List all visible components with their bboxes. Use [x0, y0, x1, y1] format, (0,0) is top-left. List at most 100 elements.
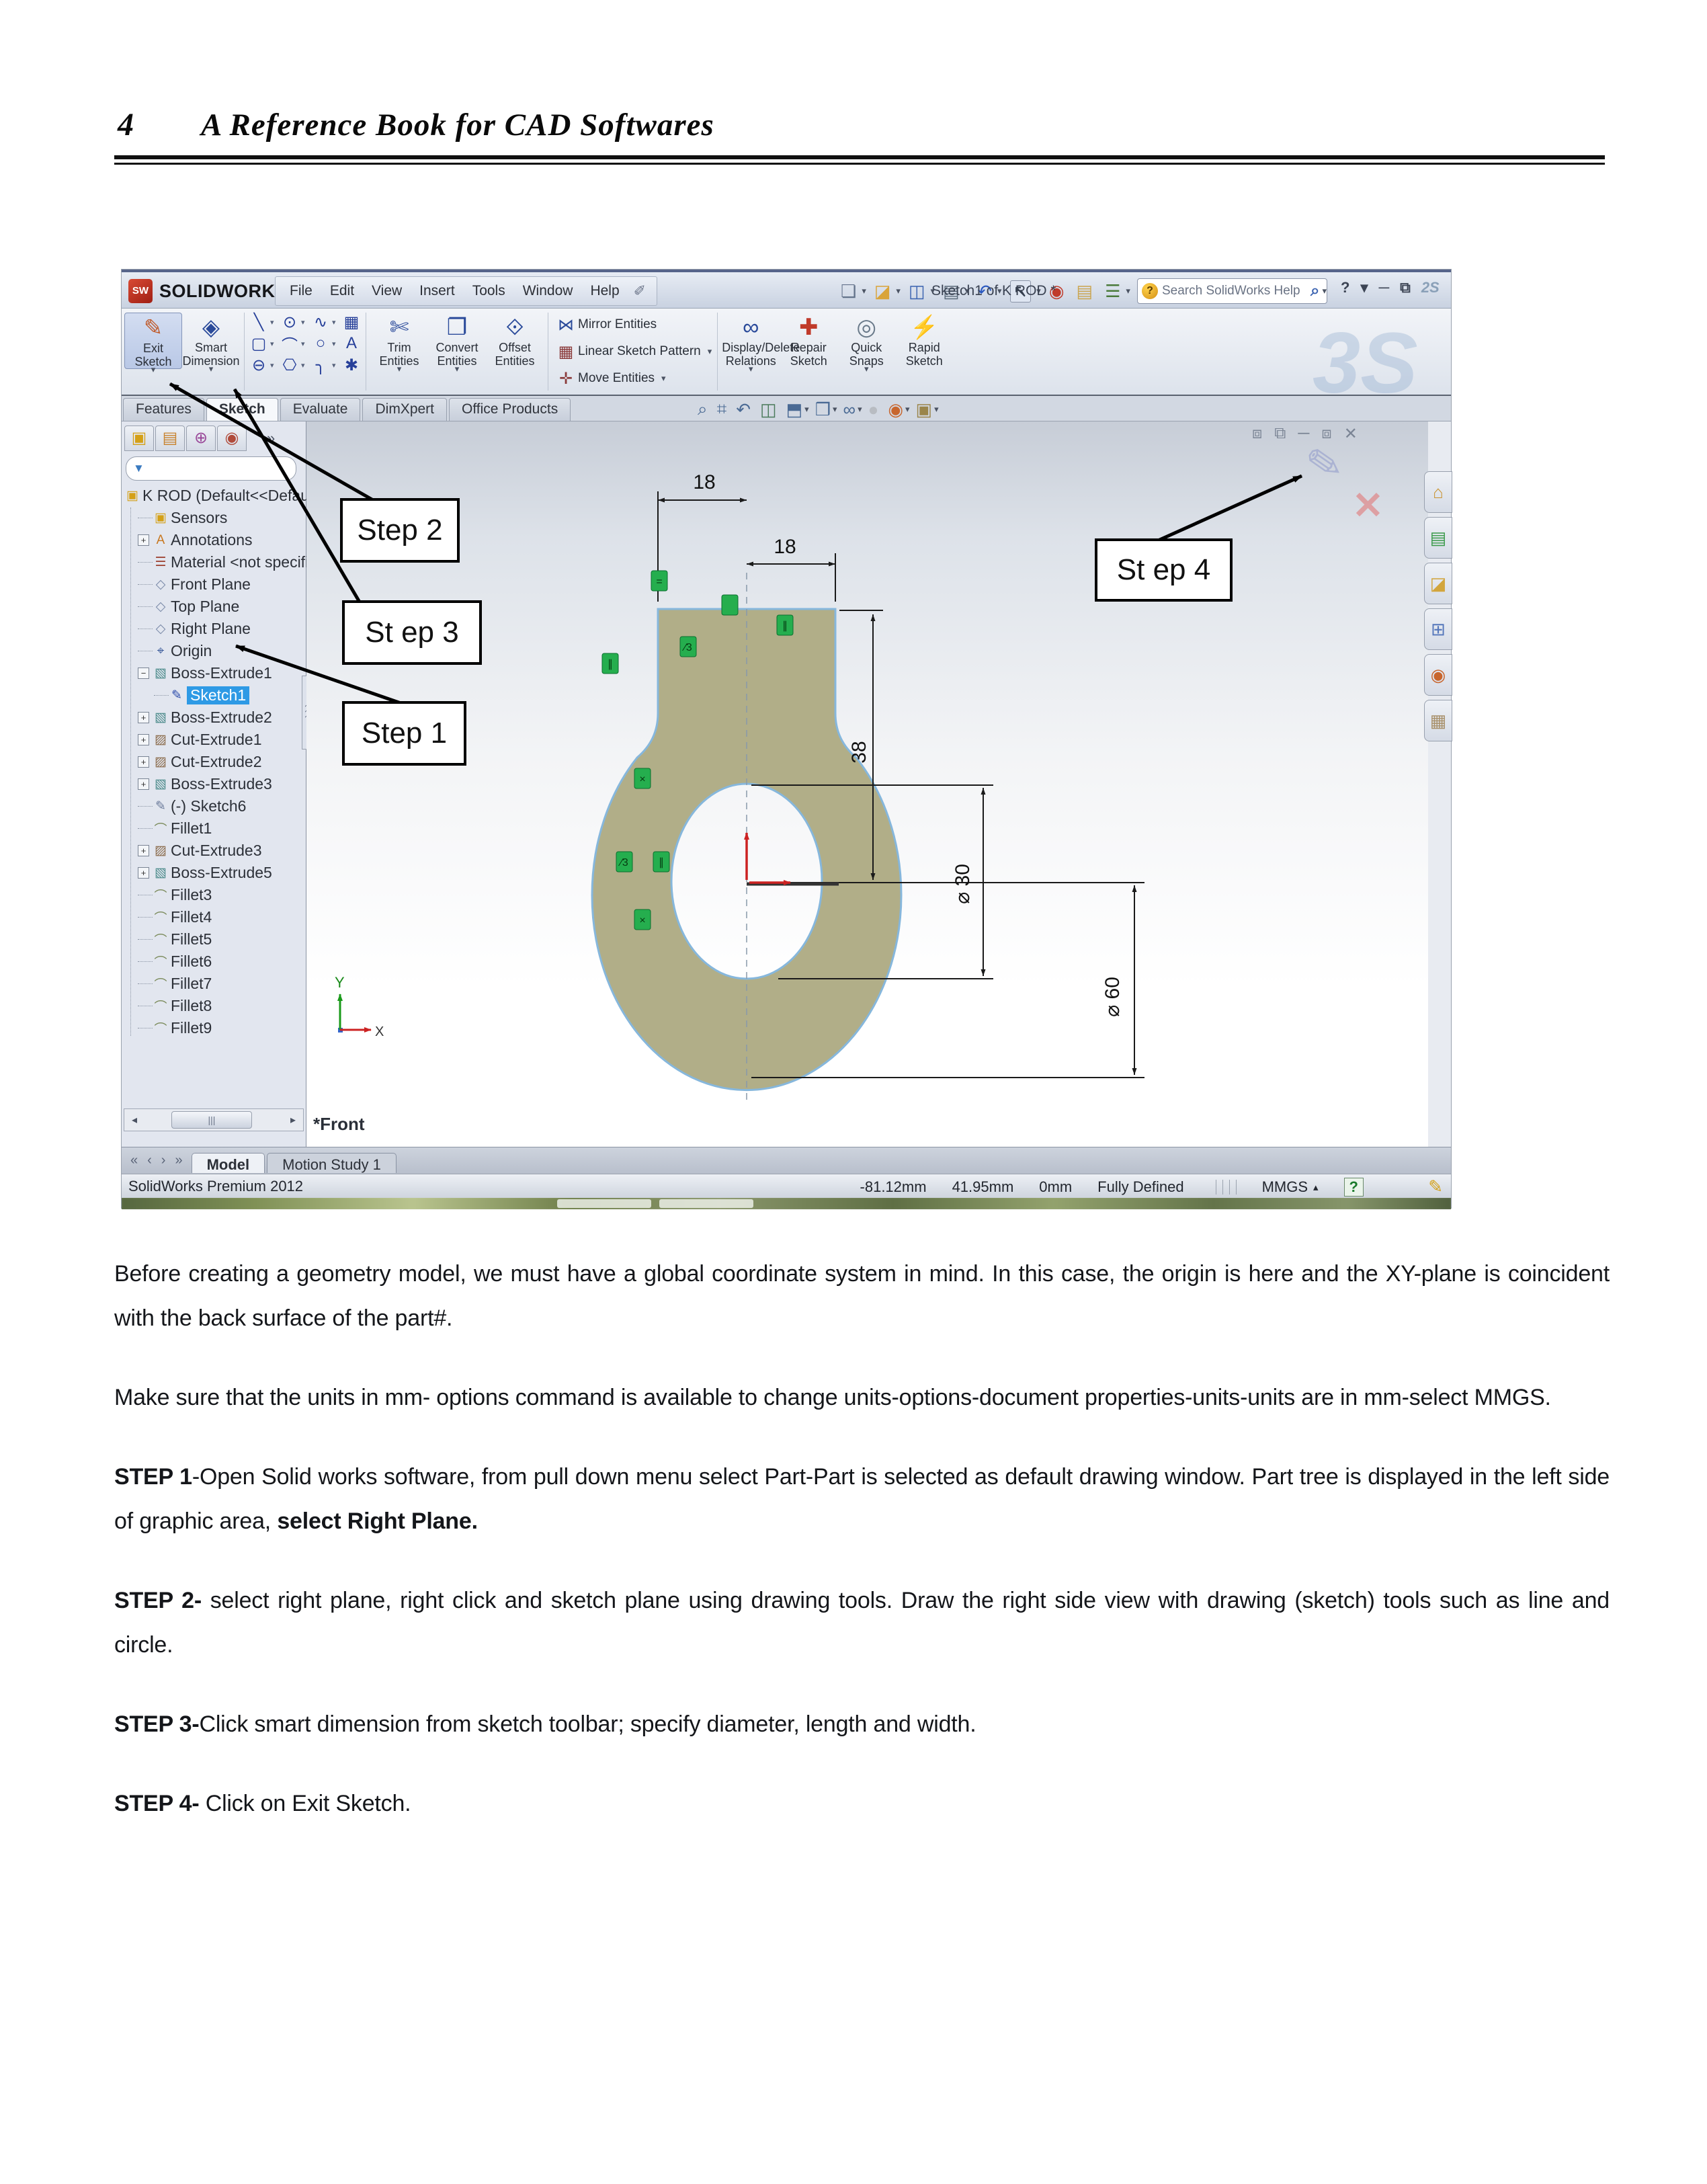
exit-sketch-button[interactable]: ✎Exit Sketch▾	[124, 313, 182, 369]
confirmation-cancel-icon[interactable]: ✕	[1352, 483, 1384, 528]
scroll-left-icon[interactable]: ◂	[124, 1113, 144, 1127]
relation-badge[interactable]: ×	[634, 909, 651, 930]
tab-sketch[interactable]: Sketch	[206, 398, 278, 421]
scrollbar-thumb[interactable]: |||	[171, 1111, 252, 1129]
tree-item-fillet1[interactable]: ⌒Fillet1	[122, 817, 306, 840]
linear-sketch-pattern-button[interactable]: ▦Linear Sketch Pattern▾	[554, 340, 712, 363]
child-cascade-icon[interactable]: ⧈	[1252, 424, 1262, 444]
hide-show-items-icon[interactable]: ∞	[843, 399, 856, 420]
tab-model[interactable]: Model	[192, 1153, 265, 1173]
scroll-right-icon[interactable]: ▸	[283, 1113, 303, 1127]
dropdown-caret-icon[interactable]: ▾	[301, 318, 309, 327]
relation-badge[interactable]: ∥	[602, 653, 618, 674]
tree-item-material[interactable]: ☰Material <not specified>	[122, 551, 306, 573]
pin-menu-icon[interactable]: ✐	[628, 282, 651, 300]
dropdown-caret-icon[interactable]: ▾	[749, 364, 753, 374]
relation-badge[interactable]: ×	[634, 768, 651, 788]
tree-item-origin[interactable]: ⌖Origin	[122, 640, 306, 662]
relation-badge[interactable]: ∕3	[616, 852, 632, 872]
dropdown-caret-icon[interactable]: ▾	[864, 364, 869, 374]
dropdown-caret-icon[interactable]: ▾	[804, 404, 809, 415]
tab-evaluate[interactable]: Evaluate	[280, 398, 361, 421]
offset-entities-button[interactable]: ⟐Offset Entities	[486, 313, 544, 368]
menu-window[interactable]: Window	[514, 283, 582, 299]
smart-dimension-button[interactable]: ◈Smart Dimension▾	[182, 313, 240, 368]
tree-item-fillet6[interactable]: ⌒Fillet6	[122, 951, 306, 973]
appearances-scenes-icon[interactable]: ◉	[1424, 654, 1452, 696]
custom-properties-icon[interactable]: ▦	[1424, 700, 1452, 741]
tree-filter-box[interactable]: ▼	[126, 456, 296, 481]
minimize-button[interactable]: ─	[1379, 279, 1390, 296]
tree-expander-icon[interactable]: +	[138, 778, 149, 790]
repair-sketch-button[interactable]: ✚Repair Sketch	[780, 313, 837, 368]
file-explorer-icon[interactable]: ◪	[1424, 563, 1452, 604]
relation-badge[interactable]	[722, 595, 738, 615]
tree-item-sensors[interactable]: ▣Sensors	[122, 507, 306, 529]
search-caret-icon[interactable]: ▾	[1322, 286, 1327, 296]
tree-item-top-plane[interactable]: ◇Top Plane	[122, 596, 306, 618]
tree-item-cut-extrude3[interactable]: +▨Cut-Extrude3	[122, 840, 306, 862]
graphics-area[interactable]: 18 18 38 ⌀ 30 ⌀ 60 =∕3∥∥×∕3∥× Y X ⧈⧉─⧈✕	[306, 421, 1428, 1147]
arc-tool-icon[interactable]: ⌒	[278, 332, 301, 356]
tab-office-products[interactable]: Office Products	[449, 398, 571, 421]
spline-tool-icon[interactable]: ∿	[309, 313, 332, 332]
child-close-icon[interactable]: ✕	[1344, 424, 1358, 444]
relation-badge[interactable]: ∥	[653, 852, 669, 872]
dim-height[interactable]: 38	[848, 741, 870, 763]
child-minimize-icon[interactable]: ─	[1298, 424, 1309, 444]
dropdown-caret-icon[interactable]: ▾	[270, 318, 278, 327]
configuration-manager-tab[interactable]: ⊕	[186, 426, 216, 451]
property-manager-tab[interactable]: ▤	[155, 426, 185, 451]
dropdown-caret-icon[interactable]: ▾	[1126, 286, 1130, 296]
units-caret-icon[interactable]: ▴	[1313, 1181, 1319, 1193]
tree-item-boss-extrude5[interactable]: +▧Boss-Extrude5	[122, 862, 306, 884]
convert-entities-button[interactable]: ❐Convert Entities▾	[428, 313, 486, 368]
move-entities-button[interactable]: ✛Move Entities▾	[554, 367, 712, 390]
relation-badge[interactable]: ∕3	[680, 637, 696, 657]
rectangle-tool-icon[interactable]: ▢	[247, 334, 270, 354]
tree-expander-icon[interactable]: +	[138, 534, 149, 546]
text-tool-icon[interactable]: A	[340, 334, 363, 353]
view-orientation-icon[interactable]: ⬒	[786, 399, 803, 420]
menu-insert[interactable]: Insert	[411, 283, 464, 299]
section-view-icon[interactable]: ◫	[760, 399, 777, 420]
menu-help[interactable]: Help	[581, 283, 628, 299]
trim-entities-button[interactable]: ✄Trim Entities▾	[370, 313, 428, 368]
dropdown-caret-icon[interactable]: ▾	[833, 404, 837, 415]
tab-motion-study-1[interactable]: Motion Study 1	[267, 1153, 397, 1173]
dim-top-width[interactable]: 18	[693, 471, 715, 493]
tree-expander-icon[interactable]: +	[138, 712, 149, 723]
tree-item-cut-extrude1[interactable]: +▨Cut-Extrude1	[122, 729, 306, 751]
menu-file[interactable]: File	[281, 283, 321, 299]
tree-item-fillet7[interactable]: ⌒Fillet7	[122, 973, 306, 995]
zoom-to-fit-icon[interactable]: ⌕	[698, 399, 708, 420]
line-tool-icon[interactable]: ╲	[247, 313, 270, 332]
circle-tool-icon[interactable]: ⊙	[278, 313, 301, 332]
tree-item-fillet4[interactable]: ⌒Fillet4	[122, 906, 306, 928]
view-palette-icon[interactable]: ⊞	[1424, 608, 1452, 650]
dropdown-caret-icon[interactable]: ▾	[397, 364, 402, 374]
display-style-icon[interactable]: ❒	[815, 399, 831, 420]
relation-badge[interactable]: ∥	[777, 615, 793, 635]
dropdown-caret-icon[interactable]: ▾	[862, 286, 866, 296]
dim-mid-width[interactable]: 18	[774, 536, 796, 558]
help-caret-icon[interactable]: ▾	[1360, 279, 1368, 296]
search-input[interactable]: Search SolidWorks Help	[1162, 284, 1310, 298]
dropdown-caret-icon[interactable]: ▾	[455, 364, 460, 374]
tree-item-cut-extrude2[interactable]: +▨Cut-Extrude2	[122, 751, 306, 773]
new-document-icon[interactable]: ❏	[841, 281, 856, 302]
search-box[interactable]: ? Search SolidWorks Help ⌕ ▾	[1137, 278, 1327, 304]
ellipse-tool-icon[interactable]: ○	[309, 334, 332, 353]
menu-tools[interactable]: Tools	[464, 283, 514, 299]
tab-dimxpert[interactable]: DimXpert	[362, 398, 447, 421]
tree-item-fillet8[interactable]: ⌒Fillet8	[122, 995, 306, 1017]
design-library-icon[interactable]: ▤	[1424, 517, 1452, 559]
zoom-to-area-icon[interactable]: ⌗	[717, 399, 727, 420]
checklist-icon[interactable]: ☰	[1105, 281, 1120, 302]
last-frame-button[interactable]: »	[175, 1153, 182, 1168]
solidworks-resources-icon[interactable]: ⌂	[1424, 471, 1452, 513]
dropdown-caret-icon[interactable]: ▾	[896, 286, 901, 296]
ds-logo-icon[interactable]: 2S	[1421, 279, 1440, 296]
tree-expander-icon[interactable]: −	[138, 668, 149, 679]
dropdown-caret-icon[interactable]: ▾	[332, 318, 340, 327]
